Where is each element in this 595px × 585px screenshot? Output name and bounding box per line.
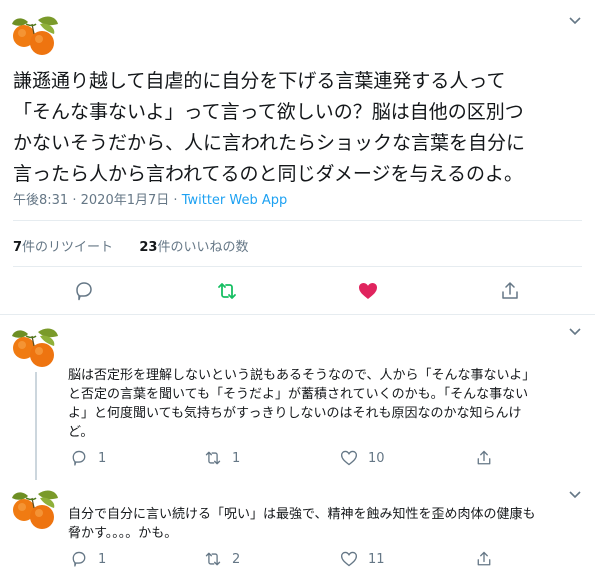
tweet-menu-button[interactable]	[568, 16, 582, 26]
like-heart-icon	[340, 450, 358, 466]
avatar-orange-icon	[11, 489, 59, 530]
reply-text: 脳は否定形を理解しないという説もあるそうなので、人から「そんな事ないよ」 と否定…	[68, 368, 536, 440]
reply-icon	[72, 450, 86, 466]
retweet-count: 1	[232, 450, 241, 466]
like-button[interactable]: 10	[340, 449, 385, 467]
avatar-orange-icon	[11, 15, 59, 56]
reply-count: 1	[98, 450, 107, 466]
reply-menu-button[interactable]	[568, 327, 582, 337]
reply-text: 自分で自分に言い続ける「呪い」は最強で、精神を蝕み知性を歪め肉体の健康も 脅かす…	[68, 507, 536, 541]
tweet-source-link[interactable]: Twitter Web App	[182, 193, 288, 208]
reply-icon	[72, 551, 86, 567]
like-stat[interactable]: 23件のいいねの数	[139, 240, 248, 255]
chevron-down-icon	[569, 491, 581, 499]
like-label: 件のいいねの数	[157, 240, 249, 255]
share-button[interactable]	[475, 550, 503, 568]
retweet-icon	[218, 283, 236, 299]
like-count: 10	[368, 450, 385, 466]
reply-button[interactable]	[73, 280, 95, 302]
tweet-meta: 午後8:31 · 2020年1月7日 · Twitter Web App	[13, 189, 287, 208]
retweet-icon	[205, 451, 221, 465]
tweet-text: 謙遜通り越して自虐的に自分を下げる言葉連発する人って 「そんな事ないよ」って言っ…	[13, 70, 526, 185]
reply-avatar[interactable]	[10, 324, 60, 368]
thread-line	[35, 372, 37, 480]
like-button[interactable]	[357, 280, 379, 302]
divider	[13, 220, 582, 221]
reply-icon	[76, 282, 92, 301]
tweet-date[interactable]: 2020年1月7日	[81, 193, 170, 208]
retweet-count: 7	[13, 240, 23, 255]
like-heart-icon	[359, 283, 377, 299]
like-heart-icon	[340, 551, 358, 567]
chevron-down-icon	[569, 17, 581, 25]
share-button[interactable]	[475, 449, 503, 467]
retweet-count: 2	[232, 551, 241, 567]
tweet-time[interactable]: 午後8:31	[13, 193, 68, 208]
tweet-stats: 7件のリツイート 23件のいいねの数	[13, 236, 248, 255]
meta-separator: ·	[173, 193, 178, 208]
like-button[interactable]: 11	[340, 550, 385, 568]
retweet-label: 件のリツイート	[22, 240, 114, 255]
reply-menu-button[interactable]	[568, 490, 582, 500]
like-count: 11	[368, 551, 385, 567]
chevron-down-icon	[569, 328, 581, 336]
reply-count: 1	[98, 551, 107, 567]
share-icon	[502, 282, 518, 299]
reply-avatar[interactable]	[10, 486, 60, 530]
divider	[0, 314, 595, 315]
retweet-button[interactable]: 2	[204, 550, 240, 568]
user-avatar[interactable]	[10, 12, 60, 56]
retweet-button[interactable]: 1	[204, 449, 240, 467]
share-icon	[477, 551, 491, 566]
share-button[interactable]	[499, 280, 521, 302]
avatar-orange-icon	[11, 327, 59, 368]
share-icon	[477, 450, 491, 465]
retweet-stat[interactable]: 7件のリツイート	[13, 240, 113, 255]
like-count: 23	[139, 240, 158, 255]
retweet-button[interactable]	[216, 280, 238, 302]
meta-separator: ·	[72, 193, 77, 208]
reply-button[interactable]: 1	[70, 449, 106, 467]
divider	[13, 266, 582, 267]
retweet-icon	[205, 552, 221, 566]
reply-button[interactable]: 1	[70, 550, 106, 568]
